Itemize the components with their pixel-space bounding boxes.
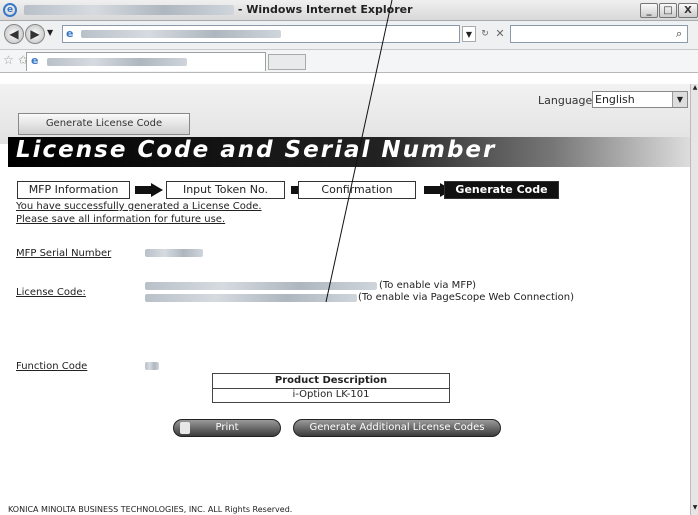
copyright-footer: KONICA MINOLTA BUSINESS TECHNOLOGIES, IN… bbox=[8, 505, 293, 514]
product-description-value: i-Option LK-101 bbox=[292, 389, 370, 400]
success-message: You have successfully generated a Licens… bbox=[16, 201, 262, 212]
window-titlebar: e - Windows Internet Explorer _ □ X bbox=[0, 0, 698, 21]
product-description-header: Product Description bbox=[213, 374, 449, 389]
forward-icon[interactable]: ▶ bbox=[25, 24, 45, 44]
print-button[interactable]: Print bbox=[173, 419, 281, 437]
step-generate-code: Generate Code bbox=[444, 181, 559, 199]
blurred-url bbox=[81, 30, 281, 38]
back-icon[interactable]: ◀ bbox=[4, 24, 24, 44]
license-note-web: (To enable via PageScope Web Connection) bbox=[358, 292, 575, 303]
favorites-bar: ☆ ✩ e bbox=[0, 50, 698, 73]
language-select-value: English bbox=[595, 93, 635, 106]
function-code-label: Function Code bbox=[16, 361, 88, 372]
refresh-icon[interactable]: ↻ bbox=[478, 26, 492, 42]
product-description-table: Product Description i-Option LK-101 bbox=[212, 373, 450, 403]
minimize-button[interactable]: _ bbox=[640, 3, 658, 18]
close-button[interactable]: X bbox=[678, 3, 698, 18]
window-title-suffix: - Windows Internet Explorer bbox=[237, 3, 413, 16]
step-arrow-icon bbox=[135, 183, 163, 197]
step-confirmation: Confirmation bbox=[298, 181, 416, 199]
blurred-title-text bbox=[24, 5, 234, 15]
mfp-serial-label: MFP Serial Number bbox=[16, 248, 112, 259]
address-bar: ◀ ▶ ▼ e ▼ ↻ ✕ ⌕ bbox=[0, 21, 698, 50]
ie-logo-icon: e bbox=[3, 3, 17, 17]
new-tab-button[interactable] bbox=[268, 54, 306, 70]
window-title: - Windows Internet Explorer bbox=[24, 3, 413, 16]
save-info-message: Please save all information for future u… bbox=[16, 214, 226, 225]
step-input-token: Input Token No. bbox=[166, 181, 285, 199]
print-icon bbox=[180, 422, 190, 434]
chevron-down-icon: ▼ bbox=[672, 92, 687, 107]
language-label: Language bbox=[538, 94, 593, 107]
search-input[interactable] bbox=[510, 25, 688, 43]
blurred-tab-title bbox=[47, 58, 187, 66]
mfp-serial-value bbox=[145, 249, 203, 257]
scroll-down-icon[interactable]: ▼ bbox=[691, 504, 698, 514]
function-code-value bbox=[145, 362, 159, 370]
search-icon[interactable]: ⌕ bbox=[676, 27, 682, 41]
step-mfp-information: MFP Information bbox=[17, 181, 130, 199]
page-title: License Code and Serial Number bbox=[16, 137, 497, 163]
maximize-button[interactable]: □ bbox=[659, 3, 677, 18]
url-dropdown-icon[interactable]: ▼ bbox=[462, 26, 476, 42]
page-icon: e bbox=[66, 27, 74, 40]
license-code-label: License Code: bbox=[16, 287, 86, 298]
generate-license-tab[interactable]: Generate License Code bbox=[18, 113, 190, 135]
generate-additional-button[interactable]: Generate Additional License Codes bbox=[293, 419, 501, 437]
license-code-web-value bbox=[145, 294, 357, 302]
favorites-star-icon[interactable]: ☆ bbox=[3, 53, 14, 67]
license-code-mfp-value bbox=[145, 282, 377, 290]
vertical-scrollbar[interactable]: ▲ ▼ bbox=[690, 84, 698, 515]
tab-page-icon: e bbox=[31, 54, 39, 67]
dropdown-icon[interactable]: ▼ bbox=[47, 28, 53, 37]
scroll-up-icon[interactable]: ▲ bbox=[691, 84, 698, 94]
url-input[interactable]: e bbox=[62, 25, 460, 43]
print-button-label: Print bbox=[215, 422, 239, 433]
stop-icon[interactable]: ✕ bbox=[493, 26, 507, 42]
language-select[interactable]: English ▼ bbox=[592, 91, 688, 108]
browser-tab[interactable]: e bbox=[26, 52, 266, 71]
license-note-mfp: (To enable via MFP) bbox=[379, 280, 476, 291]
